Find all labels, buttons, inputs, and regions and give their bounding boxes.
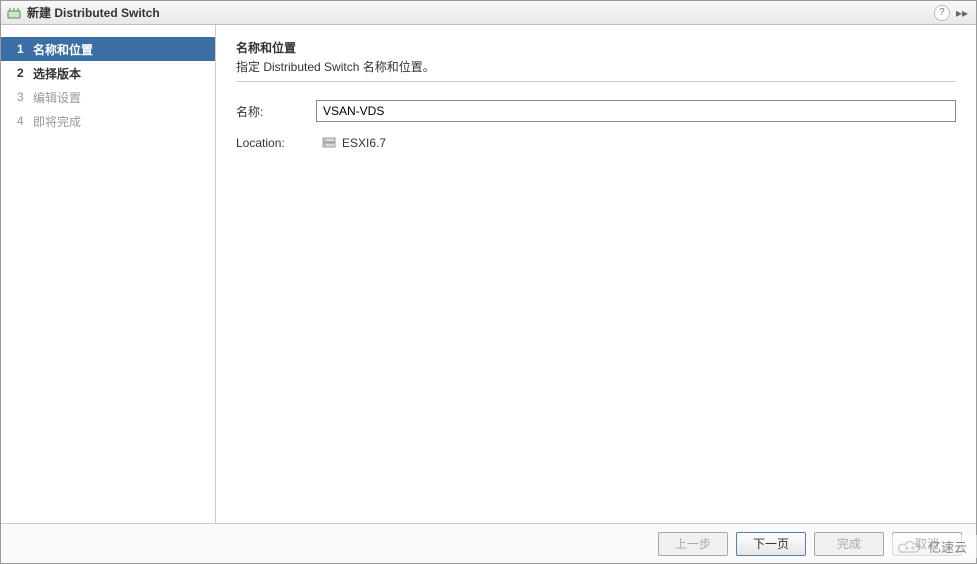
step-number: 1 xyxy=(17,42,33,56)
panel-title: 名称和位置 xyxy=(236,39,956,56)
next-button[interactable]: 下一页 xyxy=(736,532,806,556)
step-number: 2 xyxy=(17,66,33,80)
wizard-step-ready-complete: 4 即将完成 xyxy=(1,109,215,133)
dialog-body: 1 名称和位置 2 选择版本 3 编辑设置 4 即将完成 名称和位置 指定 Di… xyxy=(1,25,976,523)
wizard-step-edit-settings: 3 编辑设置 xyxy=(1,85,215,109)
name-label: 名称: xyxy=(236,103,316,120)
wizard-step-select-version[interactable]: 2 选择版本 xyxy=(1,61,215,85)
name-field-row: 名称: xyxy=(236,100,956,122)
wizard-sidebar: 1 名称和位置 2 选择版本 3 编辑设置 4 即将完成 xyxy=(1,25,216,523)
cancel-button[interactable]: 取消 xyxy=(892,532,962,556)
back-button: 上一步 xyxy=(658,532,728,556)
step-number: 3 xyxy=(17,90,33,104)
location-value: ESXI6.7 xyxy=(342,136,386,150)
name-input[interactable] xyxy=(316,100,956,122)
dialog-title: 新建 Distributed Switch xyxy=(27,4,934,21)
titlebar: 新建 Distributed Switch ? ▸▸ xyxy=(1,1,976,25)
step-label: 即将完成 xyxy=(33,113,81,130)
step-label: 选择版本 xyxy=(33,65,81,82)
step-number: 4 xyxy=(17,114,33,128)
step-label: 名称和位置 xyxy=(33,41,93,58)
wizard-main-panel: 名称和位置 指定 Distributed Switch 名称和位置。 名称: L… xyxy=(216,25,976,523)
dialog-window: 新建 Distributed Switch ? ▸▸ 1 名称和位置 2 选择版… xyxy=(0,0,977,564)
dialog-footer: 上一步 下一页 完成 取消 xyxy=(1,523,976,563)
location-label: Location: xyxy=(236,136,316,150)
wizard-step-name-location[interactable]: 1 名称和位置 xyxy=(1,37,215,61)
step-label: 编辑设置 xyxy=(33,89,81,106)
finish-button: 完成 xyxy=(814,532,884,556)
datacenter-icon xyxy=(322,136,336,150)
panel-subtitle: 指定 Distributed Switch 名称和位置。 xyxy=(236,58,956,75)
help-icon[interactable]: ? xyxy=(934,5,950,21)
location-field-row: Location: ESXI6.7 xyxy=(236,136,956,150)
dvswitch-icon xyxy=(7,6,21,20)
divider xyxy=(236,81,956,82)
expand-icon[interactable]: ▸▸ xyxy=(954,6,970,20)
